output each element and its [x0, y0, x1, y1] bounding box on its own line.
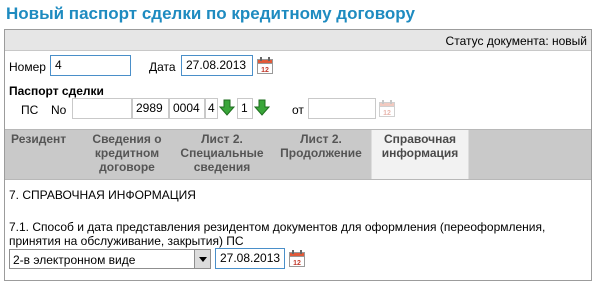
no-label: No — [51, 103, 67, 117]
green-down-arrow-icon[interactable] — [218, 99, 236, 116]
tab-reference-info[interactable]: Справочная информация — [371, 130, 469, 179]
date-input[interactable]: 27.08.2013 — [181, 55, 253, 76]
tab-sheet2-continuation[interactable]: Лист 2. Продолжение — [275, 132, 367, 160]
ps-number-part1-input[interactable] — [72, 98, 132, 119]
submission-date-input[interactable]: 27.08.2013 — [215, 248, 285, 269]
date-label: Дата — [149, 60, 176, 74]
document-status: Статус документа: новый — [445, 34, 587, 48]
ps-number-part2-input[interactable]: 2989 — [132, 98, 169, 119]
tab-resident[interactable]: Резидент — [11, 132, 71, 146]
tabs-bar: Резидент Сведения о кредитном договоре Л… — [5, 129, 591, 180]
ps-number-part5-input[interactable]: 1 — [237, 98, 253, 119]
ps-date-input[interactable] — [308, 98, 376, 119]
green-down-arrow-icon[interactable] — [253, 99, 271, 116]
document-form: Статус документа: новый Номер 4 Дата 27.… — [4, 29, 592, 281]
number-label: Номер — [9, 60, 46, 74]
question-7-1: 7.1. Способ и дата представления резиден… — [9, 220, 546, 248]
number-input[interactable]: 4 — [50, 55, 131, 76]
tab-sheet2-special[interactable]: Лист 2. Специальные сведения — [177, 132, 267, 174]
section-title: 7. СПРАВОЧНАЯ ИНФОРМАЦИЯ — [9, 188, 196, 202]
calendar-icon[interactable]: 12 — [289, 250, 305, 267]
tab-credit-agreement[interactable]: Сведения о кредитном договоре — [87, 132, 167, 174]
from-label: от — [292, 103, 304, 117]
svg-text:12: 12 — [383, 110, 391, 117]
submission-method-select[interactable]: 2-в электронном виде — [9, 249, 211, 269]
ps-number-part4-input[interactable]: 4 — [205, 98, 218, 119]
svg-text:12: 12 — [293, 260, 301, 267]
calendar-icon[interactable]: 12 — [257, 57, 273, 74]
ps-label: ПС — [21, 103, 39, 117]
ps-number-part3-input[interactable]: 0004 — [169, 98, 205, 119]
svg-text:12: 12 — [261, 67, 269, 74]
calendar-icon[interactable]: 12 — [379, 100, 395, 117]
chevron-down-icon[interactable] — [194, 250, 210, 268]
submission-method-value: 2-в электронном виде — [13, 253, 136, 267]
page-title: Новый паспорт сделки по кредитному догов… — [6, 4, 415, 23]
passport-heading: Паспорт сделки — [9, 84, 104, 98]
status-bar: Статус документа: новый — [5, 30, 591, 51]
